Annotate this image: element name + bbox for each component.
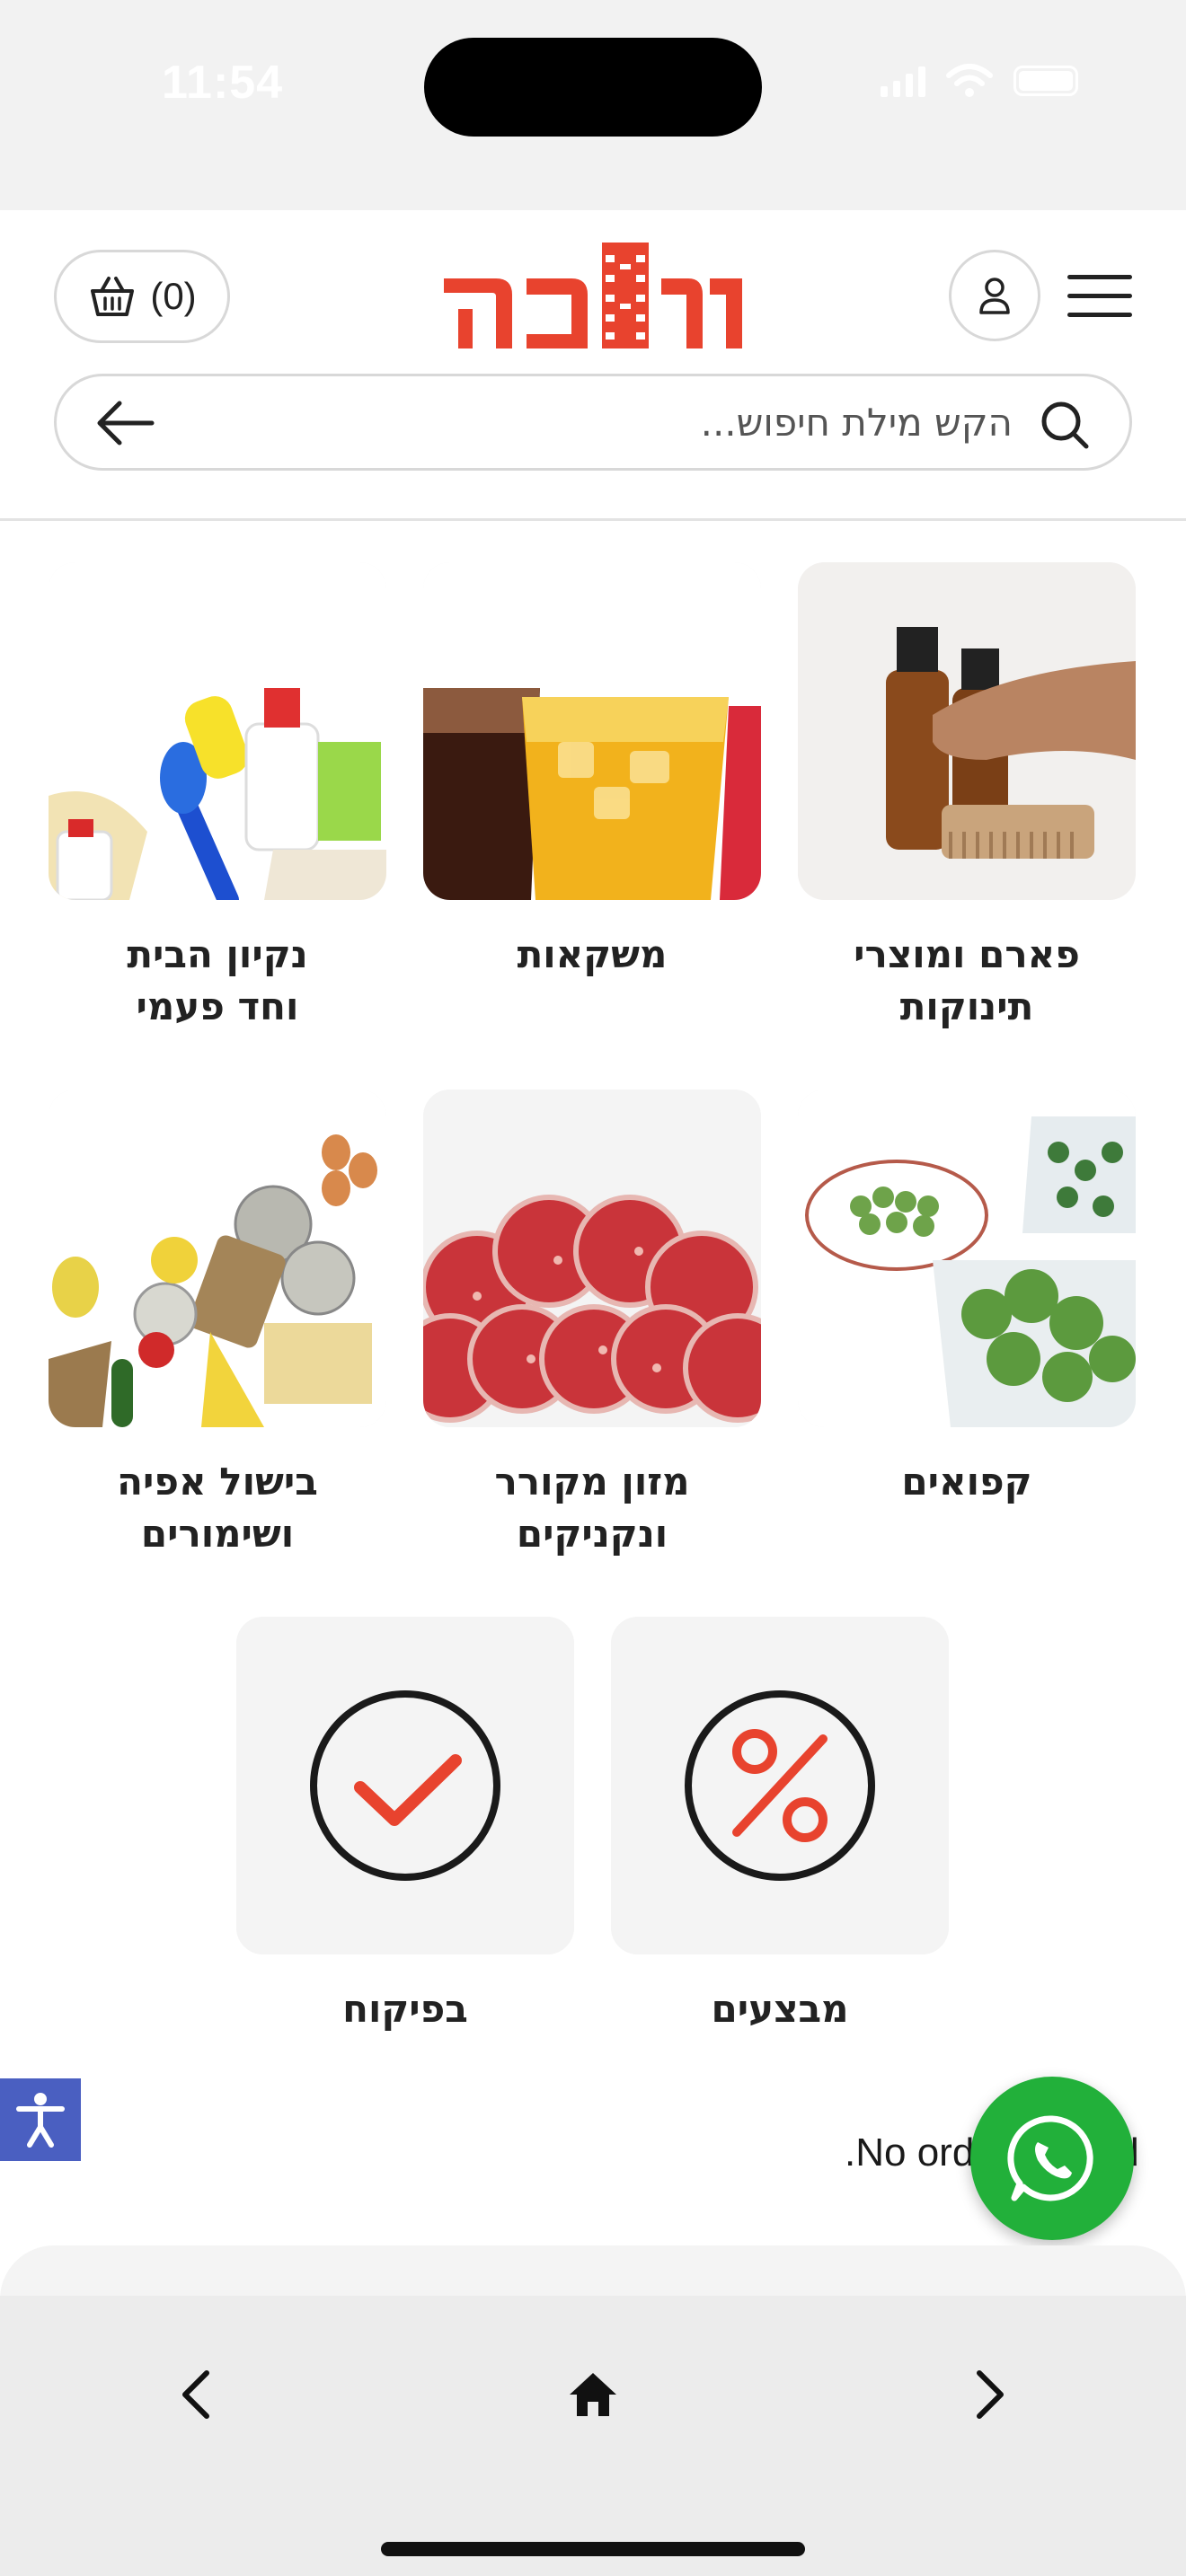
category-frozen[interactable]: קפואים	[798, 1090, 1136, 1508]
category-image	[236, 1617, 574, 1954]
store-logo[interactable]	[440, 243, 746, 354]
checkmark-icon	[236, 1617, 574, 1954]
accessibility-icon	[16, 2093, 65, 2148]
search-bar	[54, 374, 1132, 471]
account-button[interactable]	[949, 250, 1040, 341]
category-drinks[interactable]: משקאות	[423, 562, 761, 981]
back-button[interactable]	[153, 2350, 243, 2439]
search-icon[interactable]	[1038, 398, 1092, 452]
dynamic-island	[424, 38, 762, 137]
category-cleaning[interactable]: נקיון הבית וחד פעמי	[49, 562, 386, 1033]
whatsapp-button[interactable]	[970, 2077, 1134, 2240]
home-indicator	[381, 2542, 805, 2556]
accessibility-button[interactable]	[0, 2078, 81, 2161]
whatsapp-icon	[1007, 2115, 1093, 2201]
basket-icon	[91, 277, 135, 316]
category-label: פארם ומוצרי תינוקות	[854, 932, 1080, 1028]
category-deals[interactable]: מבצעים	[611, 1617, 949, 2035]
category-label: משקאות	[517, 932, 668, 976]
hamburger-icon[interactable]	[1066, 271, 1134, 322]
arrow-left-icon[interactable]	[93, 396, 157, 450]
user-icon	[979, 278, 1010, 314]
percent-icon	[611, 1617, 949, 1954]
category-label: מזון מקורר ונקניקים	[494, 1460, 690, 1556]
status-icons	[881, 63, 1078, 99]
category-image	[49, 562, 386, 900]
home-button[interactable]	[548, 2350, 638, 2439]
signal-icon	[881, 65, 925, 97]
forward-button[interactable]	[943, 2350, 1033, 2439]
category-image	[798, 1090, 1136, 1427]
category-image	[423, 1090, 761, 1427]
category-pharm-baby[interactable]: פארם ומוצרי תינוקות	[798, 562, 1136, 1033]
app-header: (0)	[0, 210, 1186, 521]
category-cooking[interactable]: בישול אפיה ושימורים	[49, 1090, 386, 1560]
chevron-left-icon	[182, 2370, 209, 2419]
category-label: נקיון הבית וחד פעמי	[127, 932, 308, 1028]
category-image	[798, 562, 1136, 900]
category-supervised[interactable]: בפיקוח	[236, 1617, 574, 2035]
category-label: בפיקוח	[342, 1987, 468, 2031]
search-input[interactable]	[173, 376, 1013, 468]
category-chilled[interactable]: מזון מקורר ונקניקים	[423, 1090, 761, 1560]
browser-bottom-bar	[0, 2296, 1186, 2576]
battery-icon	[1013, 66, 1078, 96]
status-time: 11:54	[162, 57, 284, 109]
chevron-right-icon	[977, 2370, 1004, 2419]
cart-button[interactable]: (0)	[54, 250, 230, 343]
category-label: מבצעים	[711, 1987, 849, 2031]
category-image	[49, 1090, 386, 1427]
wifi-icon	[946, 64, 993, 97]
status-bar: 11:54	[0, 0, 1186, 210]
category-image	[611, 1617, 949, 1954]
home-icon	[570, 2373, 616, 2416]
cart-count: (0)	[150, 275, 197, 317]
category-label: קפואים	[901, 1460, 1032, 1504]
category-image	[423, 562, 761, 900]
category-label: בישול אפיה ושימורים	[117, 1460, 318, 1556]
